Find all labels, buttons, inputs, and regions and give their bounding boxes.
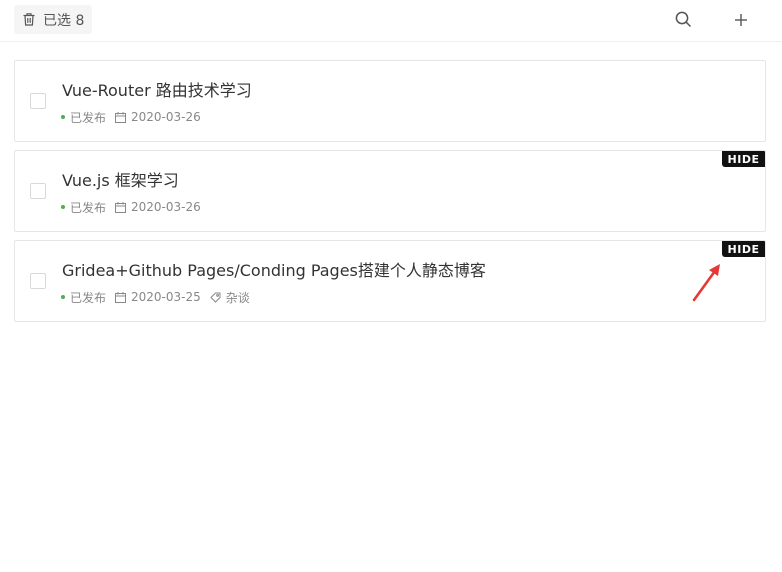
post-card[interactable]: Vue-Router 路由技术学习 已发布 2020-03-26 (14, 60, 766, 142)
post-status: 已发布 (70, 110, 107, 125)
post-title[interactable]: Gridea+Github Pages/Conding Pages搭建个人静态博… (62, 257, 486, 281)
post-checkbox[interactable] (30, 183, 46, 199)
tag-icon (210, 292, 221, 303)
post-meta: 已发布 2020-03-26 (61, 109, 201, 125)
calendar-icon (115, 291, 127, 303)
post-checkbox[interactable] (30, 93, 46, 109)
post-title[interactable]: Vue.js 框架学习 (62, 167, 179, 191)
post-date: 2020-03-26 (131, 110, 201, 124)
post-status: 已发布 (70, 200, 107, 215)
selected-count-label: 已选 8 (43, 12, 85, 29)
toolbar: 已选 8 (0, 0, 782, 42)
post-checkbox[interactable] (30, 273, 46, 289)
post-tag[interactable]: 杂谈 (226, 289, 250, 306)
post-title[interactable]: Vue-Router 路由技术学习 (62, 77, 252, 101)
status-dot (61, 205, 65, 209)
trash-icon (23, 13, 35, 26)
search-icon[interactable] (675, 11, 692, 28)
calendar-icon (115, 201, 127, 213)
post-card[interactable]: HIDE Gridea+Github Pages/Conding Pages搭建… (14, 240, 766, 322)
post-date: 2020-03-26 (131, 200, 201, 214)
delete-selected-button[interactable]: 已选 8 (14, 5, 92, 34)
post-meta: 已发布 2020-03-26 (61, 199, 201, 215)
annotation-arrow-icon (690, 262, 724, 304)
status-dot (61, 115, 65, 119)
hide-badge: HIDE (722, 151, 765, 167)
post-meta: 已发布 2020-03-25 杂谈 (61, 289, 250, 305)
calendar-icon (115, 111, 127, 123)
post-card[interactable]: HIDE Vue.js 框架学习 已发布 2020-03-26 (14, 150, 766, 232)
status-dot (61, 295, 65, 299)
post-status: 已发布 (70, 290, 107, 305)
post-date: 2020-03-25 (131, 290, 201, 304)
hide-badge: HIDE (722, 241, 765, 257)
plus-icon[interactable] (734, 13, 748, 27)
